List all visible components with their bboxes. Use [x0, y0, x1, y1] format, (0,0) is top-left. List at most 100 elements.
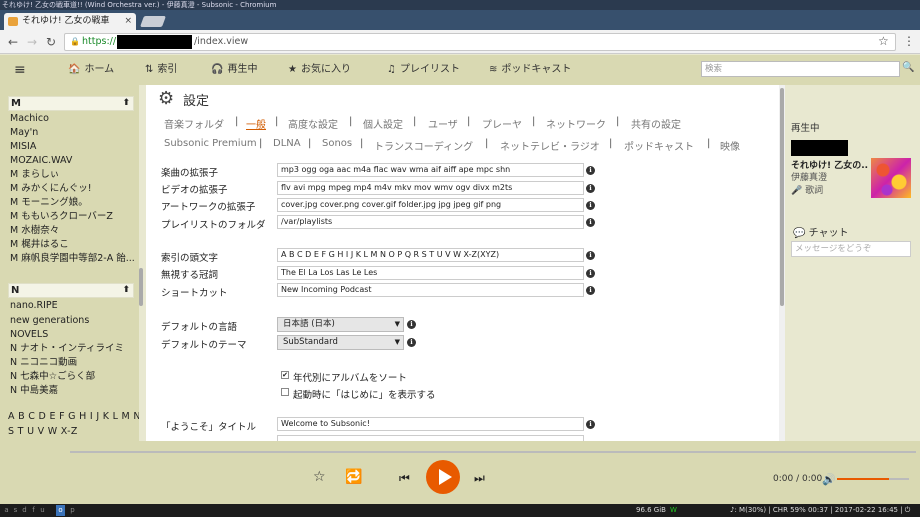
- artist-item[interactable]: N 中島美嘉: [10, 384, 58, 398]
- sidebar-scrollbar[interactable]: [139, 85, 144, 441]
- lyrics-link[interactable]: 🎤 歌詞: [791, 183, 823, 196]
- new-tab-button[interactable]: [139, 16, 167, 27]
- ignored-articles-input[interactable]: The El La Los Las Le Les: [277, 266, 584, 280]
- tab-sharing[interactable]: 共有の設定: [631, 116, 681, 131]
- forward-icon[interactable]: →: [25, 34, 39, 50]
- tab-internet-tv-radio[interactable]: ネットテレビ・ラジオ: [500, 138, 600, 153]
- theme-select[interactable]: SubStandard ▼: [277, 335, 404, 350]
- music-extensions-input[interactable]: mp3 ogg oga aac m4a flac wav wma aif aif…: [277, 163, 584, 177]
- info-icon[interactable]: i: [586, 269, 595, 278]
- reload-icon[interactable]: ↻: [44, 34, 58, 50]
- tab-sonos[interactable]: Sonos: [322, 138, 352, 149]
- info-icon[interactable]: i: [407, 338, 416, 347]
- artist-item[interactable]: new generations: [10, 314, 89, 328]
- volume-icon[interactable]: 🔊: [822, 473, 836, 486]
- info-icon[interactable]: i: [586, 218, 595, 227]
- language-select[interactable]: 日本語 (日本) ▼: [277, 317, 404, 332]
- nav-index[interactable]: ⇅ 索引: [145, 55, 177, 85]
- sort-albums-by-year-checkbox[interactable]: ✔: [281, 371, 289, 379]
- playlist-folder-input[interactable]: /var/playlists: [277, 215, 584, 229]
- browser-menu-icon[interactable]: ⋮: [903, 34, 915, 48]
- previous-track-icon[interactable]: ⏮: [399, 471, 410, 486]
- artist-item[interactable]: MISIA: [10, 140, 36, 154]
- artwork-extensions-input[interactable]: cover.jpg cover.png cover.gif folder.jpg…: [277, 198, 584, 212]
- artist-item[interactable]: M 麻帆良学園中等部2-A 飴...: [10, 252, 135, 266]
- nav-playlists[interactable]: ♫ プレイリスト: [387, 55, 460, 85]
- artist-item[interactable]: M 水樹奈々: [10, 224, 59, 238]
- artist-item[interactable]: N ナオト・インティライミ: [10, 342, 124, 356]
- artist-item[interactable]: NOVELS: [10, 328, 48, 342]
- artist-item[interactable]: M まらしぃ: [10, 168, 59, 182]
- now-playing-artist[interactable]: 伊藤真澄: [791, 170, 827, 183]
- artist-item[interactable]: MOZAIC.WAV: [10, 154, 72, 168]
- chat-input[interactable]: メッセージをどうぞ: [791, 241, 911, 257]
- search-input[interactable]: 検索: [701, 61, 900, 77]
- artist-item[interactable]: M 梶井はるこ: [10, 238, 69, 252]
- tab-transcoding[interactable]: トランスコーディング: [374, 138, 473, 153]
- up-arrow-icon[interactable]: ⬆: [122, 97, 130, 110]
- nav-home[interactable]: 🏠 ホーム: [68, 55, 114, 85]
- workspace-a[interactable]: a: [2, 505, 11, 516]
- artist-item[interactable]: N ニコニコ動画: [10, 356, 77, 370]
- tab-dlna[interactable]: DLNA: [273, 138, 301, 149]
- theme-select-value: SubStandard: [283, 337, 338, 347]
- main-scroll-thumb[interactable]: [780, 88, 784, 306]
- tab-personal[interactable]: 個人設定: [363, 116, 403, 131]
- play-button[interactable]: [426, 460, 460, 494]
- next-track-icon[interactable]: ⏭: [474, 471, 485, 486]
- hamburger-menu-icon[interactable]: ≡: [14, 55, 26, 85]
- tab-close-icon[interactable]: ×: [124, 13, 132, 30]
- tab-podcast[interactable]: ポッドキャスト: [624, 138, 694, 153]
- artist-item[interactable]: N 七森中☆ごらく部: [10, 370, 95, 384]
- artist-item[interactable]: M モーニング娘。: [10, 196, 88, 210]
- video-extensions-input[interactable]: flv avi mpg mpeg mp4 m4v mkv mov wmv ogv…: [277, 181, 584, 195]
- info-icon[interactable]: i: [407, 320, 416, 329]
- tab-video[interactable]: 映像: [720, 138, 740, 153]
- tab-general[interactable]: 一般: [246, 116, 266, 131]
- index-letters-input[interactable]: A B C D E F G H I J K L M N O P Q R S T …: [277, 248, 584, 262]
- shortcuts-input[interactable]: New Incoming Podcast: [277, 283, 584, 297]
- browser-tab[interactable]: それゆけ! 乙女の戦車 ×: [4, 13, 136, 30]
- search-icon[interactable]: 🔍: [902, 62, 914, 73]
- nav-favorites[interactable]: ★ お気に入り: [288, 55, 351, 85]
- info-icon[interactable]: i: [586, 251, 595, 260]
- repeat-icon[interactable]: 🔁: [345, 469, 362, 485]
- album-art[interactable]: [871, 158, 911, 198]
- tab-player[interactable]: プレーヤ: [482, 116, 522, 131]
- artist-item[interactable]: May'n: [10, 126, 38, 140]
- info-icon[interactable]: i: [586, 166, 595, 175]
- back-icon[interactable]: ←: [6, 34, 20, 50]
- info-icon[interactable]: i: [586, 286, 595, 295]
- artist-item[interactable]: M ももいろクローバーZ: [10, 210, 113, 224]
- workspace-u[interactable]: u: [38, 505, 47, 516]
- nav-now-playing[interactable]: 🎧 再生中: [211, 55, 257, 85]
- info-icon[interactable]: i: [586, 184, 595, 193]
- tab-network[interactable]: ネットワーク: [546, 116, 606, 131]
- info-icon[interactable]: i: [586, 420, 595, 429]
- progress-bar[interactable]: [70, 451, 916, 453]
- sidebar-scroll-thumb[interactable]: [139, 268, 143, 306]
- workspace-d[interactable]: d: [20, 505, 29, 516]
- tab-advanced[interactable]: 高度な設定: [288, 116, 338, 131]
- tab-premium[interactable]: Subsonic Premium: [164, 138, 257, 149]
- workspace-p[interactable]: p: [68, 505, 77, 516]
- field-label: アートワークの拡張子: [161, 202, 256, 213]
- star-icon[interactable]: ☆: [313, 469, 326, 485]
- bookmark-star-icon[interactable]: ☆: [878, 34, 889, 48]
- artist-item[interactable]: Machico: [10, 112, 49, 126]
- workspace-f[interactable]: f: [29, 505, 38, 516]
- artist-item[interactable]: nano.RIPE: [10, 299, 58, 313]
- tab-music-folders[interactable]: 音楽フォルダ: [164, 116, 224, 131]
- show-getting-started-checkbox[interactable]: [281, 388, 289, 396]
- workspace-o[interactable]: o: [56, 505, 65, 516]
- welcome-title-input[interactable]: Welcome to Subsonic!: [277, 417, 584, 431]
- artist-item[interactable]: M みかくにんぐッ!: [10, 182, 92, 196]
- tab-separator: |: [349, 116, 353, 127]
- info-icon[interactable]: i: [586, 201, 595, 210]
- up-arrow-icon[interactable]: ⬆: [122, 284, 130, 297]
- alphabet-index[interactable]: S T U V W X-Z: [8, 426, 78, 437]
- tab-users[interactable]: ユーザ: [428, 116, 458, 131]
- workspace-s[interactable]: s: [11, 505, 20, 516]
- nav-podcasts[interactable]: ≋ ポッドキャスト: [489, 55, 571, 85]
- alphabet-index[interactable]: A B C D E F G H I J K L M N O P Q: [8, 411, 139, 422]
